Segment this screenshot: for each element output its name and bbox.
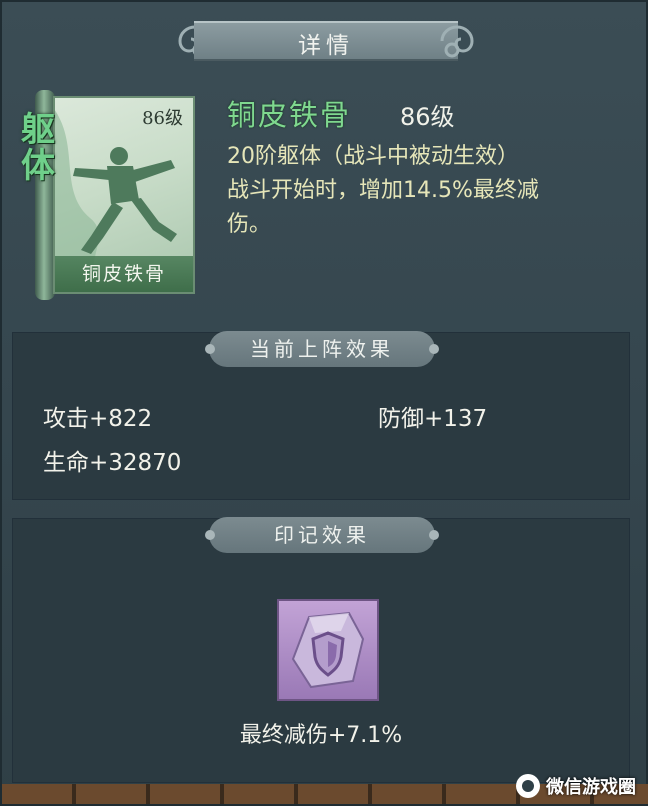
rune-stone-icon (291, 611, 365, 689)
battle-effects-section: 当前上阵效果 攻击+822 防御+137 生命+32870 (12, 331, 630, 500)
watermark: 微信游戏圈 (516, 772, 636, 800)
battle-effects-title: 当前上阵效果 (205, 331, 439, 367)
skill-desc-line: 伤。 (227, 212, 272, 237)
skill-card[interactable]: 86级 铜皮铁骨 躯体 (21, 90, 195, 300)
dialog-title-bar: 详情 (170, 16, 482, 66)
hp-stat: 生命+32870 (43, 450, 182, 476)
card-type-tag: 躯体 (21, 110, 55, 186)
skill-detail-panel: 详情 86级 铜皮铁骨 躯体 铜皮铁骨 86级 20阶躯体（战斗中被动生效） 战… (0, 0, 648, 806)
mark-effect-label: 最终减伤+7.1% (239, 723, 403, 748)
defense-stat: 防御+137 (378, 406, 488, 432)
attack-stat: 攻击+822 (43, 406, 153, 432)
skill-level: 86级 (400, 103, 455, 131)
martial-artist-figure-icon (73, 147, 177, 254)
shield-rune-stone-icon[interactable] (277, 599, 379, 701)
skill-description: 20阶躯体（战斗中被动生效） 战斗开始时，增加14.5%最终减 伤。 (227, 140, 627, 242)
mark-effects-title: 印记效果 (205, 517, 439, 553)
watermark-text: 微信游戏圈 (546, 777, 636, 798)
skill-rank-line: 20阶躯体（战斗中被动生效） (227, 144, 519, 169)
cloud-ornament-icon (440, 25, 474, 58)
card-name: 铜皮铁骨 (55, 256, 193, 292)
skill-card-art: 86级 铜皮铁骨 (53, 96, 195, 294)
skill-name: 铜皮铁骨 (227, 98, 352, 132)
watermark-logo-icon (516, 774, 540, 798)
card-level: 86级 (142, 108, 183, 129)
mark-effects-section: 印记效果 最终减伤+7.1% (12, 517, 630, 783)
skill-desc-line: 战斗开始时，增加14.5%最终减 (227, 178, 539, 203)
